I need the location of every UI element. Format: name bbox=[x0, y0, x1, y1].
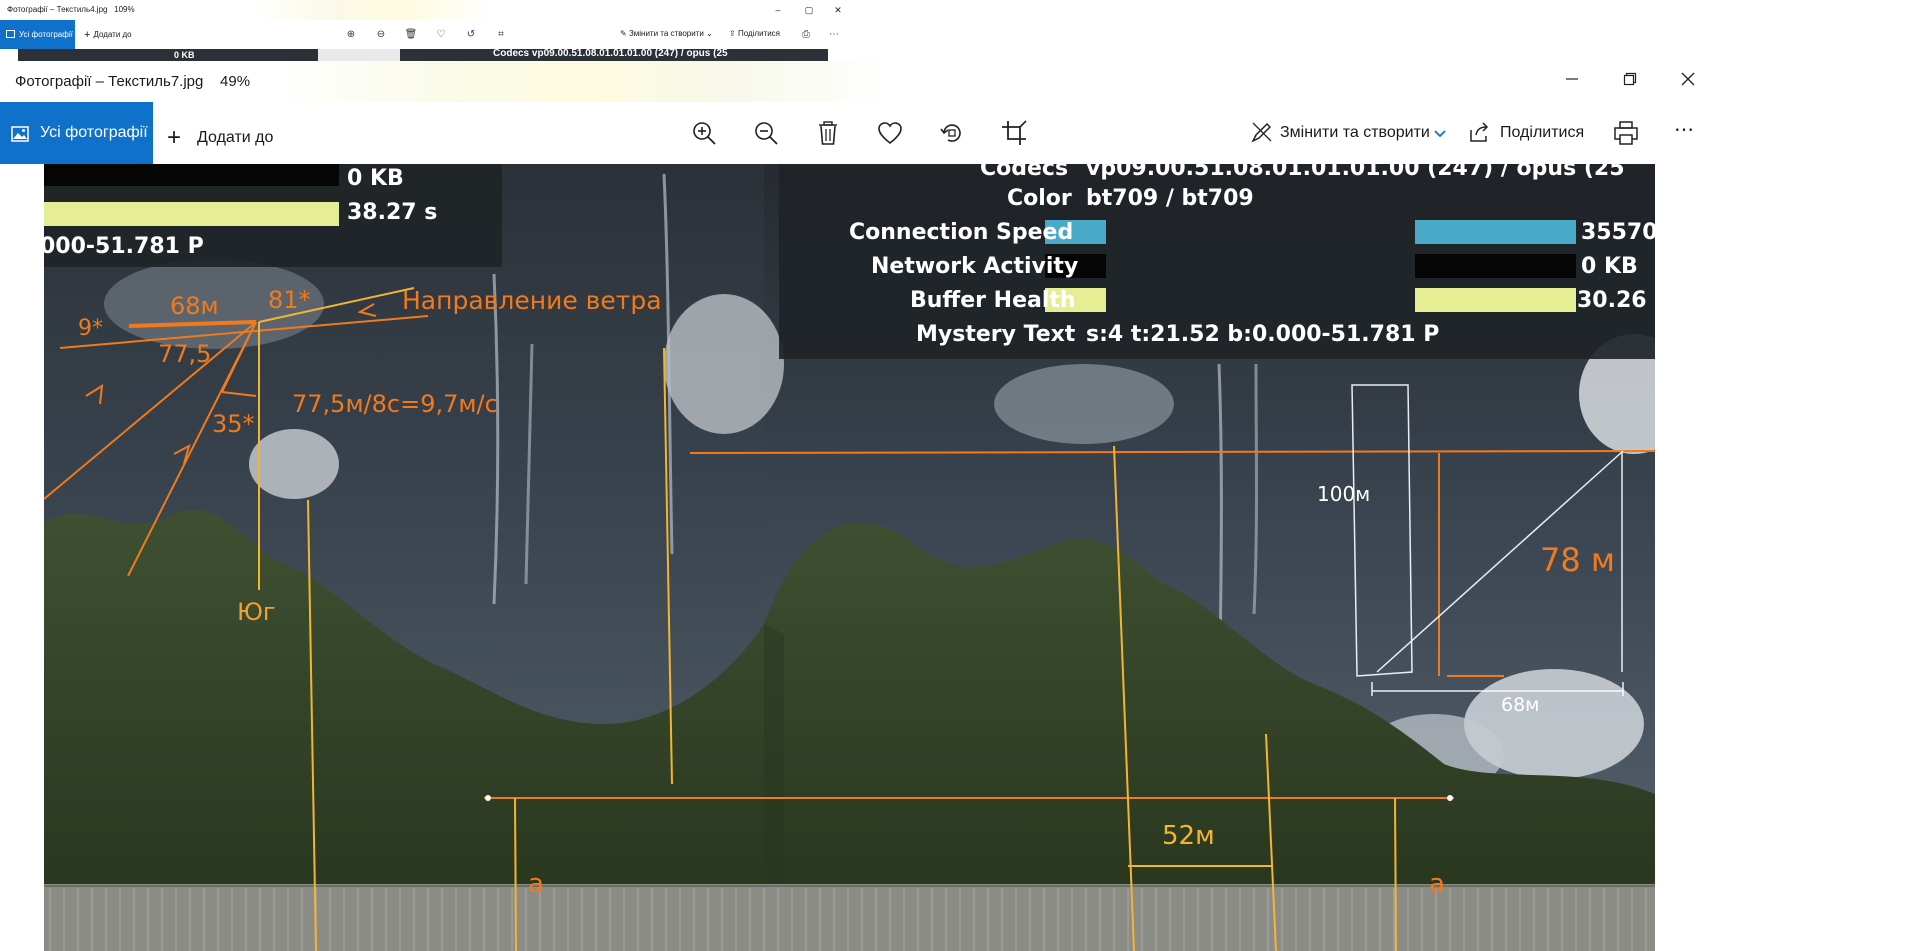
delete-icon[interactable] bbox=[814, 119, 842, 147]
buffer-health-label: Buffer Health bbox=[910, 288, 1076, 313]
edit-icon bbox=[1251, 122, 1272, 143]
all-photos-label: Усі фотографії bbox=[19, 30, 73, 39]
strip-kb-text: 0 KB bbox=[174, 50, 195, 60]
buffer-health-value: 30.26 bbox=[1577, 288, 1647, 313]
speed-calculation-label: 77,5м/8с=9,7м/с bbox=[292, 390, 498, 418]
print-icon[interactable]: ⎙ bbox=[798, 27, 814, 43]
window-title: Фотографії – Текстиль4.jpg 109% bbox=[7, 5, 135, 14]
strip-codecs-text: Codecs vp09.00.51.08.01.01.01.00 (247) /… bbox=[493, 49, 728, 59]
height-78-label: 78 м bbox=[1540, 541, 1616, 579]
edit-create-button[interactable]: ✎ Змінити та створити ⌄ bbox=[620, 29, 713, 38]
left-buffer-value: 38.27 s bbox=[347, 200, 438, 225]
title-bar: Фотографії – Текстиль4.jpg 109% – ▢ ✕ bbox=[0, 0, 847, 20]
background-photos-window[interactable]: Фотографії – Текстиль4.jpg 109% – ▢ ✕ Ус… bbox=[0, 0, 847, 61]
add-to-button[interactable]: + Додати до bbox=[167, 124, 273, 152]
plus-icon: + bbox=[84, 29, 91, 41]
width-52-label: 52м bbox=[1162, 821, 1215, 851]
share-button[interactable]: ⇪ Поділитися bbox=[729, 29, 780, 38]
share-button[interactable]: Поділитися bbox=[1468, 120, 1584, 148]
rotate-icon[interactable] bbox=[938, 119, 966, 147]
angle-9-label: 9* bbox=[78, 316, 103, 341]
maximize-button[interactable]: ▢ bbox=[801, 3, 817, 17]
share-label: Поділитися bbox=[1500, 124, 1585, 141]
share-icon: ⇪ bbox=[729, 29, 738, 38]
edit-icon: ✎ bbox=[620, 29, 629, 38]
all-photos-label: Усі фотографії bbox=[40, 124, 148, 141]
restore-button[interactable] bbox=[1601, 61, 1659, 102]
edit-create-button[interactable]: Змінити та створити bbox=[1250, 120, 1446, 148]
angle-81-label: 81* bbox=[268, 286, 311, 314]
network-activity-value: 0 KB bbox=[1581, 254, 1638, 279]
zoom-in-icon[interactable] bbox=[690, 119, 718, 147]
photo-viewer[interactable]: 0 KB 38.27 s 000-51.781 P Codecs vp09.00… bbox=[44, 164, 1655, 951]
more-icon[interactable]: ⋯ bbox=[1670, 116, 1698, 144]
chevron-down-icon bbox=[1434, 130, 1446, 138]
share-icon bbox=[1470, 122, 1489, 142]
restore-icon bbox=[1623, 72, 1637, 86]
command-bar: Усі фотографії + Додати до ⊕ ⊖ 🗑 ♡ ↺ ⌗ ✎ … bbox=[0, 20, 847, 49]
rotate-icon[interactable]: ↺ bbox=[463, 27, 479, 43]
photos-icon bbox=[6, 30, 15, 38]
photo-gap bbox=[318, 49, 400, 61]
distance-68-label: 68м bbox=[170, 292, 219, 320]
plus-icon: + bbox=[167, 124, 182, 151]
zoom-in-icon[interactable]: ⊕ bbox=[343, 27, 359, 43]
share-label: Поділитися bbox=[737, 29, 781, 38]
photo-image bbox=[44, 164, 1655, 951]
command-bar: Усі фотографії + Додати до Змінити та ст… bbox=[0, 102, 1713, 164]
photos-window[interactable]: Фотографії – Текстиль7.jpg 49% Усі фотог… bbox=[0, 61, 1713, 951]
angle-35-label: 35* bbox=[212, 410, 255, 438]
wind-direction-label: Направление ветра bbox=[402, 286, 662, 315]
print-icon[interactable] bbox=[1612, 119, 1640, 147]
crop-icon[interactable] bbox=[1000, 119, 1028, 147]
title-bar: Фотографії – Текстиль7.jpg 49% bbox=[0, 61, 1713, 102]
favorite-icon[interactable] bbox=[876, 119, 904, 147]
minimize-button[interactable] bbox=[1543, 61, 1601, 102]
distance-77-label: 77,5 bbox=[158, 340, 212, 368]
color-label: Color bbox=[1007, 186, 1072, 211]
close-button[interactable] bbox=[1659, 61, 1717, 102]
mark-a-left-label: a bbox=[528, 869, 544, 899]
crop-icon[interactable]: ⌗ bbox=[493, 27, 509, 43]
left-mystery-value: 000-51.781 P bbox=[44, 234, 204, 259]
add-to-button[interactable]: + Додати до bbox=[84, 29, 132, 41]
connection-speed-label: Connection Speed bbox=[849, 220, 1074, 245]
add-to-label: Додати до bbox=[93, 30, 132, 39]
file-name: Фотографії – Текстиль4.jpg bbox=[7, 5, 108, 14]
delete-icon[interactable]: 🗑 bbox=[403, 27, 419, 43]
left-network-value: 0 KB bbox=[347, 166, 404, 191]
add-to-label: Додати до bbox=[197, 129, 274, 146]
photos-icon bbox=[11, 126, 29, 142]
mystery-text-label: Mystery Text bbox=[916, 322, 1076, 347]
zoom-level: 49% bbox=[220, 73, 251, 90]
file-name: Фотографії – Текстиль7.jpg bbox=[15, 73, 204, 90]
close-button[interactable]: ✕ bbox=[830, 3, 846, 17]
south-label: Юг bbox=[237, 598, 276, 626]
codecs-value: vp09.00.51.08.01.01.01.00 (247) / opus (… bbox=[1086, 164, 1625, 181]
mark-a-right-label: a bbox=[1429, 869, 1445, 899]
network-activity-label: Network Activity bbox=[871, 254, 1079, 279]
more-icon[interactable]: ⋯ bbox=[826, 27, 842, 43]
height-100-label: 100м bbox=[1317, 482, 1371, 506]
edit-create-label: Змінити та створити bbox=[628, 29, 704, 38]
window-title: Фотографії – Текстиль7.jpg 49% bbox=[15, 73, 250, 90]
base-68-label: 68м bbox=[1501, 694, 1540, 716]
codecs-label: Codecs bbox=[980, 164, 1069, 181]
zoom-out-icon[interactable] bbox=[752, 119, 780, 147]
minimize-button[interactable]: – bbox=[770, 3, 786, 17]
color-value: bt709 / bt709 bbox=[1086, 186, 1254, 211]
background-photo-strip: 0 KB Codecs vp09.00.51.08.01.01.01.00 (2… bbox=[18, 49, 828, 61]
close-icon bbox=[1681, 72, 1695, 86]
all-photos-button[interactable]: Усі фотографії bbox=[0, 102, 153, 164]
minimize-icon bbox=[1566, 78, 1578, 80]
zoom-level: 109% bbox=[114, 5, 135, 14]
all-photos-button[interactable]: Усі фотографії bbox=[0, 20, 75, 49]
connection-speed-value: 35570 bbox=[1581, 220, 1655, 245]
mystery-text-value: s:4 t:21.52 b:0.000-51.781 P bbox=[1086, 322, 1440, 347]
zoom-out-icon[interactable]: ⊖ bbox=[373, 27, 389, 43]
chevron-down-icon: ⌄ bbox=[706, 29, 713, 38]
edit-create-label: Змінити та створити bbox=[1280, 124, 1430, 141]
favorite-icon[interactable]: ♡ bbox=[433, 27, 449, 43]
